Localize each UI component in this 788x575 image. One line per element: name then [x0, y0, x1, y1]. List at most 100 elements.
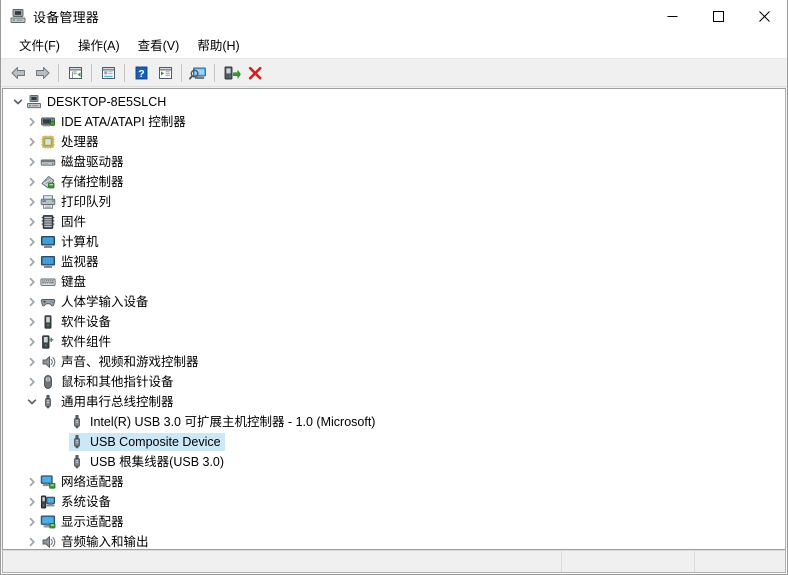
tree-root-label: DESKTOP-8E5SLCH	[47, 95, 167, 109]
chevron-right-icon[interactable]	[24, 354, 40, 370]
chevron-right-icon[interactable]	[24, 194, 40, 210]
chevron-right-icon[interactable]	[24, 514, 40, 530]
software-device-icon	[40, 314, 56, 330]
tree-item-label: 显示适配器	[61, 515, 124, 529]
tree-item[interactable]: IDE ATA/ATAPI 控制器	[3, 112, 785, 132]
usb-icon	[69, 434, 85, 450]
tree-item[interactable]: Intel(R) USB 3.0 可扩展主机控制器 - 1.0 (Microso…	[3, 412, 785, 432]
storage-controller-icon	[40, 174, 56, 190]
tree-item-label: 鼠标和其他指针设备	[61, 375, 174, 389]
menu-file[interactable]: 文件(F)	[10, 32, 69, 58]
tree-item[interactable]: 软件组件	[3, 332, 785, 352]
ide-controller-icon	[40, 114, 56, 130]
help-icon[interactable]: ?	[129, 61, 153, 84]
tree-item-label: 处理器	[61, 135, 99, 149]
processor-icon	[40, 134, 56, 150]
chevron-right-icon[interactable]	[24, 114, 40, 130]
chevron-right-icon[interactable]	[24, 314, 40, 330]
minimize-button[interactable]	[649, 0, 695, 32]
chevron-right-icon[interactable]	[24, 534, 40, 549]
tree-item[interactable]: 存储控制器	[3, 172, 785, 192]
computer-icon	[26, 94, 42, 110]
scan-list-icon[interactable]	[153, 61, 177, 84]
display-adapter-icon	[40, 514, 56, 530]
tree-item[interactable]: 显示适配器	[3, 512, 785, 532]
menu-bar: 文件(F) 操作(A) 查看(V) 帮助(H)	[1, 33, 787, 58]
tree-item-label: 键盘	[61, 275, 87, 289]
tree-item[interactable]: 软件设备	[3, 312, 785, 332]
tree-item-label: 系统设备	[61, 495, 112, 509]
tree-item[interactable]: 计算机	[3, 232, 785, 252]
tree-item[interactable]: 人体学输入设备	[3, 292, 785, 312]
tree-item-label: 通用串行总线控制器	[61, 395, 174, 409]
forward-arrow-icon[interactable]	[30, 61, 54, 84]
speaker-icon	[40, 354, 56, 370]
menu-help[interactable]: 帮助(H)	[188, 32, 248, 58]
properties-icon[interactable]	[96, 61, 120, 84]
tree-item[interactable]: 音频输入和输出	[3, 532, 785, 549]
tree-item[interactable]: 鼠标和其他指针设备	[3, 372, 785, 392]
chevron-right-icon[interactable]	[24, 334, 40, 350]
toolbar-separator	[181, 63, 182, 82]
tree-item[interactable]: 系统设备	[3, 492, 785, 512]
chevron-down-icon[interactable]	[24, 394, 40, 410]
tree-item[interactable]: USB 根集线器(USB 3.0)	[3, 452, 785, 472]
tree-item-label: IDE ATA/ATAPI 控制器	[61, 115, 186, 129]
content-area: DESKTOP-8E5SLCH IDE ATA/ATAPI 控制器 处理器磁盘驱动…	[1, 87, 787, 550]
scan-hardware-changes-icon[interactable]	[186, 61, 210, 84]
chevron-right-icon[interactable]	[24, 374, 40, 390]
device-manager-icon	[10, 8, 26, 24]
window-title: 设备管理器	[33, 9, 100, 25]
tree-item[interactable]: 网络适配器	[3, 472, 785, 492]
mouse-icon	[40, 374, 56, 390]
monitor-icon	[40, 234, 56, 250]
chevron-right-icon[interactable]	[24, 274, 40, 290]
menu-view[interactable]: 查看(V)	[129, 32, 189, 58]
print-queue-icon	[40, 194, 56, 210]
update-driver-icon[interactable]	[219, 61, 243, 84]
device-tree[interactable]: DESKTOP-8E5SLCH IDE ATA/ATAPI 控制器 处理器磁盘驱动…	[2, 88, 786, 550]
tree-item[interactable]: 声音、视频和游戏控制器	[3, 352, 785, 372]
tree-item[interactable]: 固件	[3, 212, 785, 232]
tree-item-label: 打印队列	[61, 195, 112, 209]
chevron-right-icon[interactable]	[24, 254, 40, 270]
tree-item[interactable]: 键盘	[3, 272, 785, 292]
back-arrow-icon[interactable]	[6, 61, 30, 84]
menu-action[interactable]: 操作(A)	[69, 32, 129, 58]
close-button[interactable]	[741, 0, 787, 32]
chevron-right-icon[interactable]	[24, 494, 40, 510]
toolbar-separator	[214, 63, 215, 82]
chevron-right-icon[interactable]	[24, 154, 40, 170]
hid-icon	[40, 294, 56, 310]
chevron-right-icon[interactable]	[24, 294, 40, 310]
monitor-icon	[40, 254, 56, 270]
tree-item-label: USB Composite Device	[90, 435, 221, 449]
chevron-right-icon[interactable]	[24, 174, 40, 190]
usb-icon	[69, 414, 85, 430]
tree-item[interactable]: 磁盘驱动器	[3, 152, 785, 172]
title-bar: 设备管理器	[1, 0, 787, 33]
chevron-right-icon[interactable]	[24, 234, 40, 250]
toolbar: ?	[1, 58, 787, 87]
tree-item[interactable]: 通用串行总线控制器	[3, 392, 785, 412]
chevron-right-icon[interactable]	[24, 474, 40, 490]
status-panel-tertiary	[695, 551, 785, 572]
tree-root-node[interactable]: DESKTOP-8E5SLCH	[3, 92, 785, 112]
tree-item[interactable]: USB Composite Device	[3, 432, 785, 452]
tree-item[interactable]: 监视器	[3, 252, 785, 272]
tree-item[interactable]: 处理器	[3, 132, 785, 152]
chevron-right-icon[interactable]	[24, 134, 40, 150]
tree-item-label: 监视器	[61, 255, 99, 269]
disk-drive-icon	[40, 154, 56, 170]
maximize-button[interactable]	[695, 0, 741, 32]
tree-item-label: 网络适配器	[61, 475, 124, 489]
tree-item-label: Intel(R) USB 3.0 可扩展主机控制器 - 1.0 (Microso…	[90, 415, 376, 429]
uninstall-device-icon[interactable]	[243, 61, 267, 84]
chevron-right-icon[interactable]	[24, 214, 40, 230]
show-hide-console-tree-icon[interactable]	[63, 61, 87, 84]
status-panel-secondary	[562, 551, 695, 572]
tree-item[interactable]: 打印队列	[3, 192, 785, 212]
chevron-down-icon[interactable]	[10, 94, 26, 110]
